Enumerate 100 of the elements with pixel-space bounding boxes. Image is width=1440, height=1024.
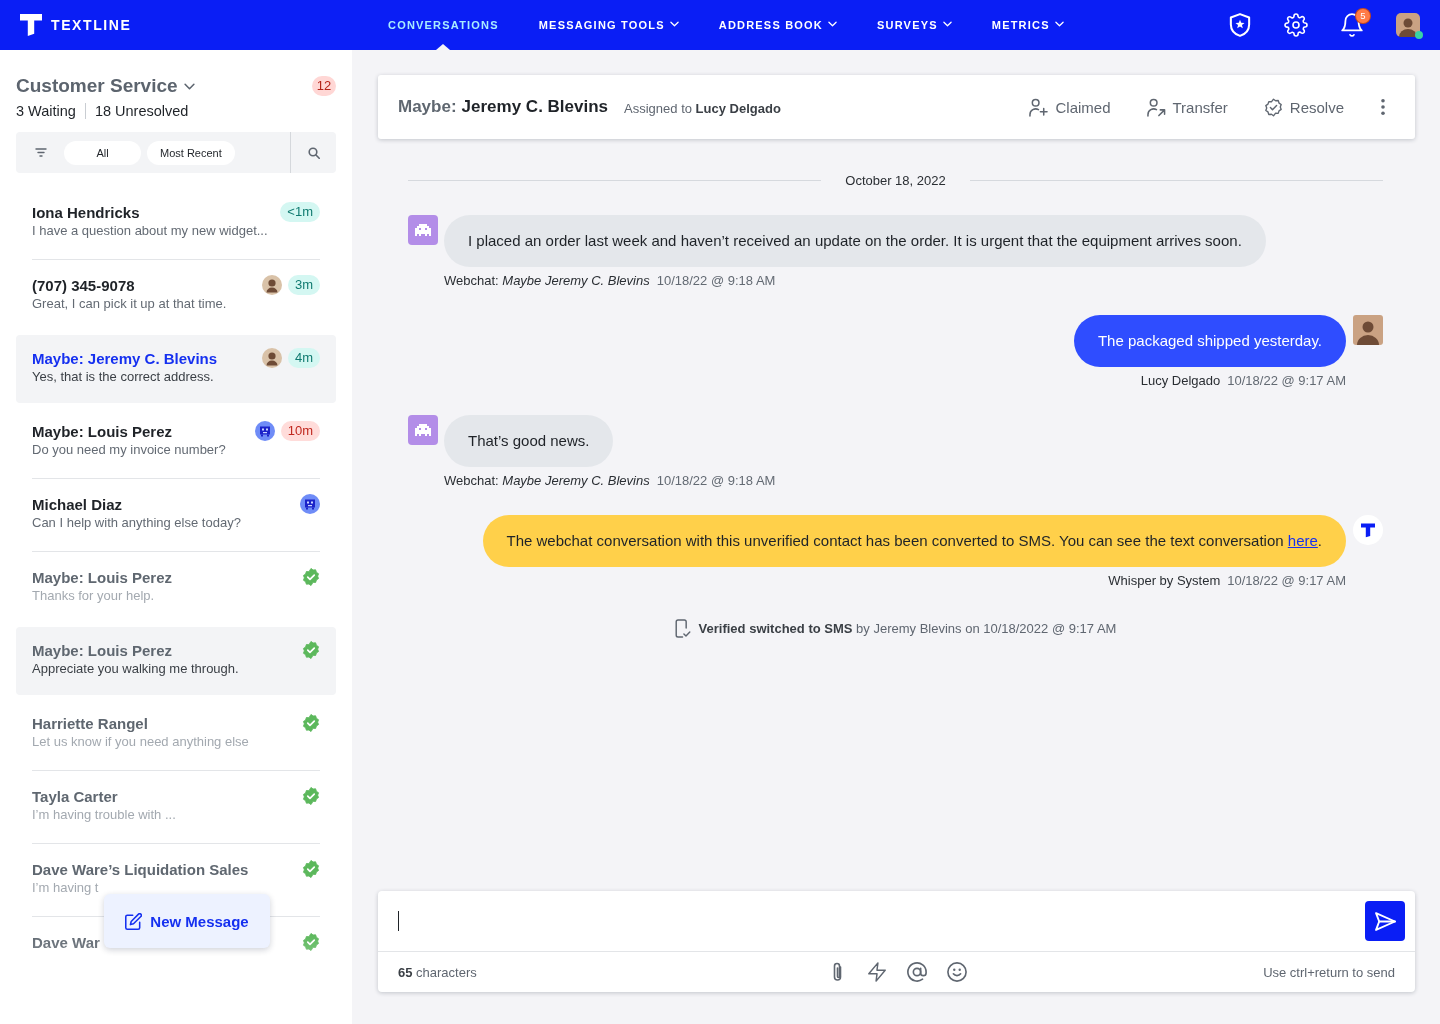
message-preview: Do you need my invoice number?	[32, 443, 227, 457]
contact-name: Jeremy C. Blevins	[461, 97, 609, 117]
message-preview: I have a question about my new widget...	[32, 224, 269, 238]
filter-dropdown[interactable]: Most Recent	[147, 140, 235, 165]
pixel-alien-icon	[408, 215, 438, 245]
message-preview: Can I help with anything else today?	[32, 516, 242, 530]
character-count: 65 characters	[398, 964, 478, 980]
message-sender: Webchat: Maybe Jeremy C. Blevins	[444, 273, 650, 289]
message-preview: Let us know if you need anything else	[32, 735, 250, 749]
person-arrow-icon	[1146, 97, 1166, 117]
nav-tab[interactable]: ADDRESS BOOK	[718, 0, 837, 50]
message-time: 10/18/22 @ 9:18 AM	[656, 273, 776, 289]
check-badge-icon	[302, 860, 320, 878]
message-time: 10/18/22 @ 9:18 AM	[656, 473, 776, 489]
check-badge-icon	[302, 714, 320, 732]
chevron-down-icon	[669, 21, 679, 27]
action-button[interactable]: Claimed	[1029, 97, 1111, 117]
chevron-down-icon	[942, 21, 952, 27]
check-badge-icon	[302, 933, 320, 951]
shield-star-icon[interactable]	[1228, 13, 1252, 37]
contact-name: Maybe: Louis Perez	[32, 568, 173, 586]
lightning-icon[interactable]	[866, 962, 887, 982]
contact-name: Tayla Carter	[32, 787, 118, 805]
wait-time: 4m	[287, 348, 320, 368]
conversation-item[interactable]: Maybe: Jeremy C. Blevins 4m Yes, that is the correct address.	[16, 335, 336, 403]
check-badge-icon	[1263, 97, 1283, 117]
filter-dropdown[interactable]: All	[64, 140, 141, 165]
contact-name: Michael Diaz	[32, 495, 123, 513]
send-button[interactable]	[1365, 901, 1405, 941]
message-bubble: I placed an order last week and haven’t received an update on the order. It is urgent that the equipment arrives soon.	[444, 215, 1266, 267]
conversation-item[interactable]: Maybe: Louis Perez Appreciate you walking me through.	[16, 627, 336, 695]
message-preview: I’m having trouble with ...	[32, 808, 177, 822]
action-button[interactable]: Resolve	[1263, 97, 1344, 117]
chevron-down-icon	[828, 21, 837, 27]
settings-icon[interactable]	[1284, 13, 1308, 37]
user-avatar-icon[interactable]	[1396, 13, 1420, 37]
contact-prefix: Maybe:	[398, 97, 457, 117]
pixel-alien-icon	[408, 415, 438, 445]
nav-tab[interactable]: METRICS	[991, 0, 1064, 50]
nav-tab[interactable]: MESSAGING TOOLS	[538, 0, 679, 50]
message-preview: Great, I can pick it up at that time.	[32, 297, 228, 311]
check-badge-icon	[302, 641, 320, 659]
logo-text: TEXTLINE	[51, 17, 132, 33]
contact-name: (707) 345-9078	[32, 276, 135, 294]
message-preview: I’m having t	[32, 881, 100, 895]
phone-check-icon	[674, 619, 691, 638]
conversation-item[interactable]: Dave Ware’s Liquidation Sales I’m having t	[16, 846, 336, 895]
contact-name: Maybe: Jeremy C. Blevins	[32, 349, 218, 367]
send-icon	[1374, 911, 1396, 931]
unresolved-count: 18 Unresolved	[94, 103, 189, 119]
contact-name: Iona Hendricks	[32, 203, 140, 221]
inbox-dropdown[interactable]: Customer Service	[16, 75, 195, 97]
mention-icon[interactable]	[906, 962, 927, 982]
check-badge-icon	[302, 568, 320, 586]
conversation-item[interactable]: Tayla Carter I’m having trouble with ...	[16, 773, 336, 822]
person-avatar-icon	[1353, 315, 1383, 345]
action-button[interactable]: Transfer	[1146, 97, 1228, 117]
filter-icon[interactable]	[35, 148, 47, 157]
search-icon	[307, 146, 320, 159]
new-message-floating-button[interactable]: New Message	[104, 894, 270, 948]
message-sender: Whisper by System	[1108, 573, 1221, 589]
conversation-item[interactable]: Michael Diaz Can I help with anything else today?	[16, 481, 336, 530]
bell-icon[interactable]	[1340, 13, 1364, 37]
conversation-count: 12	[312, 76, 336, 96]
contact-name: Dave Ware’s Liquidation Sales	[32, 860, 249, 878]
date-divider-label: October 18, 2022	[845, 172, 946, 188]
message-bubble: The packaged shipped yesterday.	[1073, 315, 1346, 367]
chevron-down-icon	[1054, 21, 1064, 27]
contact-name: Maybe: Louis Perez	[32, 641, 173, 659]
conversation-item[interactable]: Harriette Rangel Let us know if you need anything else	[16, 700, 336, 749]
contact-name[interactable]: Dave War	[32, 933, 100, 951]
attachment-icon[interactable]	[832, 962, 842, 982]
person-plus-icon	[1029, 97, 1049, 117]
contact-name: Harriette Rangel	[32, 714, 148, 732]
assignee-text: Assigned to Lucy Delgado	[624, 100, 781, 116]
wait-time: 10m	[280, 421, 320, 441]
nav-tab[interactable]: SURVEYS	[877, 0, 952, 50]
message-time: 10/18/22 @ 9:17 AM	[1227, 573, 1346, 589]
event-text: Verified switched to SMS by Jeremy Blevins on 10/18/2022 @ 9:17 AM	[698, 621, 1117, 636]
conversation-item[interactable]: Iona Hendricks <1m I have a question about my new widget...	[16, 189, 336, 238]
message-bubble: That’s good news.	[444, 415, 614, 467]
conversation-item[interactable]: Maybe: Louis Perez 10m Do you need my invoice number?	[16, 408, 336, 457]
compose-icon	[125, 912, 143, 930]
check-badge-icon	[302, 787, 320, 805]
contact-name: Maybe: Louis Perez	[32, 422, 173, 440]
notification-count: 5	[1356, 9, 1370, 23]
message-preview: Yes, that is the correct address.	[32, 370, 215, 384]
message-sender: Lucy Delgado	[1140, 373, 1221, 389]
message-time: 10/18/22 @ 9:17 AM	[1227, 373, 1346, 389]
emoji-icon[interactable]	[946, 962, 967, 982]
message-preview: Appreciate you walking me through.	[32, 662, 240, 676]
wait-time: <1m	[280, 202, 320, 222]
conversation-item[interactable]: Maybe: Louis Perez Thanks for your help.	[16, 554, 336, 603]
more-options-icon[interactable]	[1380, 98, 1386, 116]
conversation-item[interactable]: (707) 345-9078 3m Great, I can pick it up at that time.	[16, 262, 336, 311]
send-shortcut-hint: Use ctrl+return to send	[1263, 964, 1395, 980]
whisper-message: The webchat conversation with this unverified contact has been converted to SMS. You can see the text conversation here.	[482, 515, 1346, 567]
logo-icon[interactable]	[20, 14, 42, 36]
waiting-count: 3 Waiting	[16, 103, 76, 119]
conversation-link[interactable]: here	[1287, 532, 1318, 549]
